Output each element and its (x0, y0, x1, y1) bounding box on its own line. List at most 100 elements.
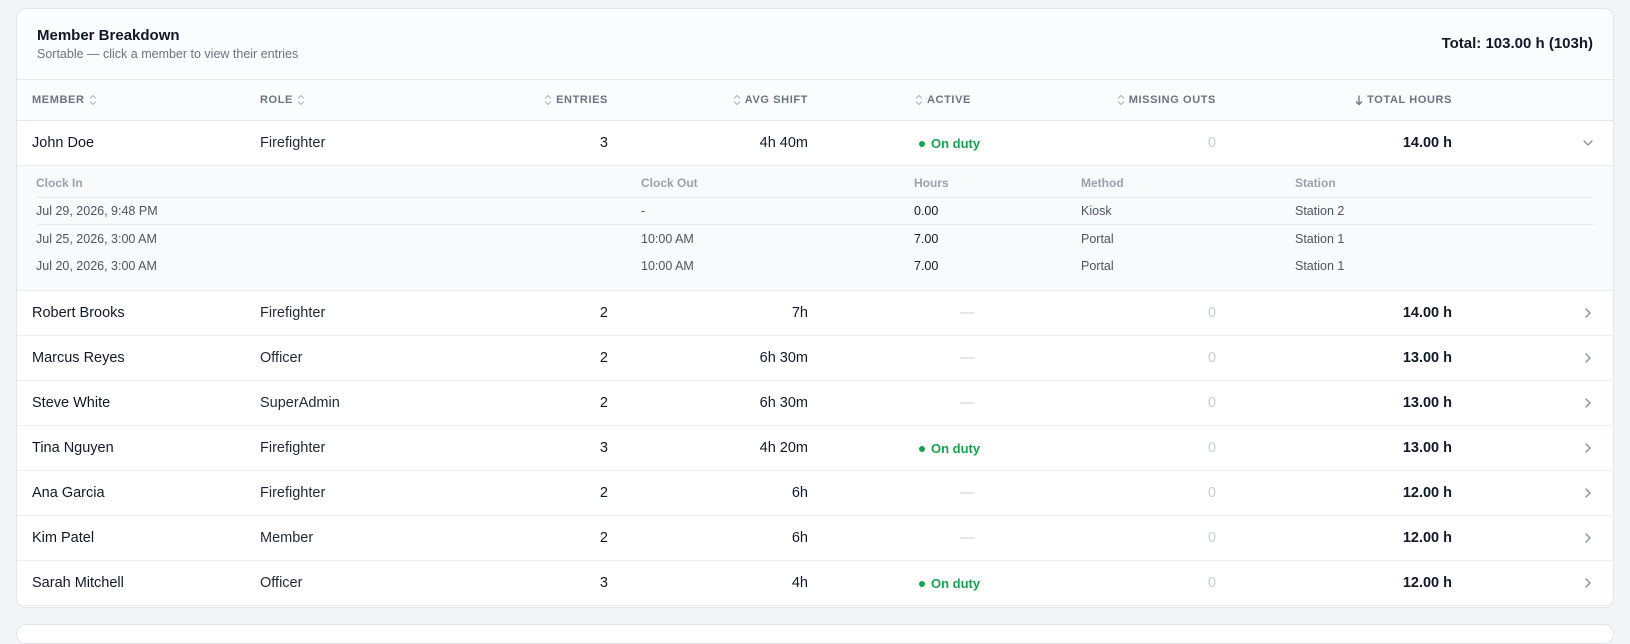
chevron-right-icon[interactable] (1581, 396, 1595, 410)
table-row-marcus-reyes[interactable]: Marcus Reyes Officer 2 6h 30m — 0 13.00 … (17, 336, 1613, 381)
missing-outs-count: 0 (1207, 305, 1216, 321)
sort-icon (297, 94, 305, 106)
detail-header-clock-in: Clock In (36, 176, 83, 190)
member-role: Firefighter (260, 440, 326, 456)
detail-station: Station 1 (1295, 232, 1345, 246)
chevron-right-icon[interactable] (1581, 486, 1595, 500)
missing-outs-count: 0 (1207, 440, 1216, 456)
member-name: John Doe (32, 135, 95, 151)
active-status: On duty (919, 426, 980, 470)
detail-clock-out: - (641, 204, 646, 218)
column-header-total-hours[interactable]: TOTAL HOURS (1252, 80, 1452, 120)
status-dot (919, 140, 925, 147)
column-header-missing-outs[interactable]: MISSING OUTS (1017, 80, 1216, 120)
table-row-ana-garcia[interactable]: Ana Garcia Firefighter 2 6h — 0 12.00 h (17, 471, 1613, 516)
member-name: Sarah Mitchell (32, 575, 124, 591)
detail-header-method: Method (1081, 176, 1124, 190)
chevron-right-icon[interactable] (1581, 531, 1595, 545)
on-duty-label: On duty (931, 136, 981, 151)
active-status: — (960, 305, 975, 321)
member-role: Firefighter (260, 135, 326, 151)
member-name: Ana Garcia (32, 485, 105, 501)
column-label: ENTRIES (556, 94, 608, 106)
status-dot (919, 445, 925, 452)
column-label: ACTIVE (927, 94, 971, 106)
detail-clock-in: Jul 20, 2026, 3:00 AM (36, 259, 157, 273)
detail-station: Station 2 (1295, 204, 1345, 218)
column-label: MISSING OUTS (1128, 94, 1216, 106)
column-header-avg-shift[interactable]: AVG SHIFT (657, 80, 808, 120)
avg-shift: 4h (791, 575, 808, 591)
active-status: On duty (919, 561, 980, 605)
on-duty-badge: On duty (919, 576, 980, 591)
detail-clock-in: Jul 25, 2026, 3:00 AM (36, 232, 157, 246)
missing-outs-count: 0 (1207, 575, 1216, 591)
total-hours-summary: Total: 103.00 h (103h) (1441, 35, 1593, 52)
next-card (16, 624, 1614, 644)
table-row-steve-white[interactable]: Steve White SuperAdmin 2 6h 30m — 0 13.0… (17, 381, 1613, 426)
entries-count: 3 (599, 440, 608, 456)
avg-shift: 6h 30m (759, 350, 808, 366)
column-header-role[interactable]: ROLE (260, 80, 305, 120)
table-row-sarah-mitchell[interactable]: Sarah Mitchell Officer 3 4h On duty 0 12… (17, 561, 1613, 606)
missing-outs-count: 0 (1207, 395, 1216, 411)
column-header-entries[interactable]: ENTRIES (457, 80, 608, 120)
table-body: John Doe Firefighter 3 4h 40m On duty 0 … (17, 121, 1613, 606)
chevron-right-icon[interactable] (1581, 351, 1595, 365)
detail-method: Portal (1081, 232, 1114, 246)
detail-clock-out: 10:00 AM (641, 232, 694, 246)
on-duty-badge: On duty (919, 136, 980, 151)
column-header-member[interactable]: MEMBER (32, 80, 97, 120)
entries-count: 3 (599, 135, 608, 151)
missing-outs-count: 0 (1207, 485, 1216, 501)
member-name: Tina Nguyen (32, 440, 114, 456)
table-row-robert-brooks[interactable]: Robert Brooks Firefighter 2 7h — 0 14.00… (17, 291, 1613, 336)
chevron-right-icon[interactable] (1581, 306, 1595, 320)
avg-shift: 6h (791, 485, 808, 501)
total-hours: 12.00 h (1402, 575, 1452, 591)
detail-divider (37, 224, 1593, 225)
member-name: Marcus Reyes (32, 350, 125, 366)
member-role: Officer (260, 350, 303, 366)
avg-shift: 4h 40m (759, 135, 808, 151)
on-duty-badge: On duty (919, 441, 980, 456)
table-row-kim-patel[interactable]: Kim Patel Member 2 6h — 0 12.00 h (17, 516, 1613, 561)
avg-shift: 6h (791, 530, 808, 546)
on-duty-label: On duty (931, 576, 981, 591)
detail-header-hours: Hours (914, 176, 949, 190)
entries-count: 2 (599, 530, 608, 546)
table-header: MEMBER ROLE ENTRIES AVG SHIFT ACTIVE MIS… (17, 79, 1613, 121)
total-hours: 14.00 h (1402, 305, 1452, 321)
sort-desc-icon (1355, 94, 1363, 106)
column-header-active[interactable]: ACTIVE (915, 80, 971, 120)
avg-shift: 6h 30m (759, 395, 808, 411)
member-role: SuperAdmin (260, 395, 340, 411)
missing-outs-count: 0 (1207, 350, 1216, 366)
table-row-tina-nguyen[interactable]: Tina Nguyen Firefighter 3 4h 20m On duty… (17, 426, 1613, 471)
chevron-right-icon[interactable] (1581, 441, 1595, 455)
detail-hours: 7.00 (914, 259, 939, 273)
chevron-right-icon[interactable] (1581, 576, 1595, 590)
member-breakdown-card: Member Breakdown Sortable — click a memb… (16, 8, 1614, 608)
sort-icon (89, 94, 97, 106)
member-name: Kim Patel (32, 530, 95, 546)
sort-icon (733, 94, 741, 106)
detail-divider (37, 197, 1593, 198)
sort-icon (1117, 94, 1125, 106)
active-status: — (960, 395, 975, 411)
avg-shift: 4h 20m (759, 440, 808, 456)
total-hours: 14.00 h (1402, 135, 1452, 151)
table-row-john-doe[interactable]: John Doe Firefighter 3 4h 40m On duty 0 … (17, 121, 1613, 166)
card-subtitle: Sortable — click a member to view their … (37, 47, 299, 61)
chevron-down-icon[interactable] (1581, 136, 1595, 150)
member-role: Officer (260, 575, 303, 591)
active-status: On duty (919, 121, 980, 165)
column-label: AVG SHIFT (744, 94, 808, 106)
entries-count: 2 (599, 350, 608, 366)
avg-shift: 7h (791, 305, 808, 321)
detail-clock-in: Jul 29, 2026, 9:48 PM (36, 204, 158, 218)
detail-header-clock-out: Clock Out (641, 176, 698, 190)
entries-count: 2 (599, 485, 608, 501)
total-hours: 13.00 h (1402, 395, 1452, 411)
detail-clock-out: 10:00 AM (641, 259, 694, 273)
